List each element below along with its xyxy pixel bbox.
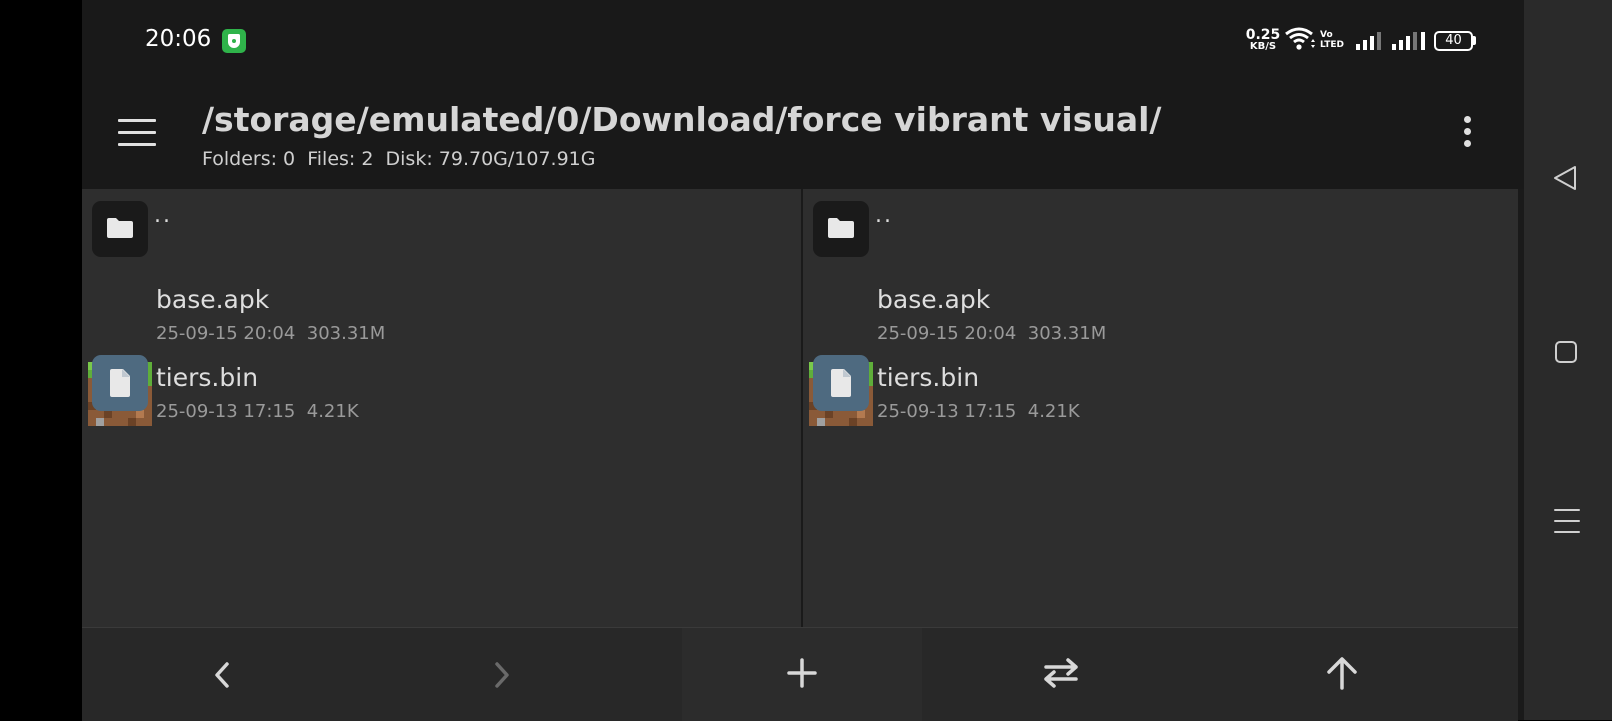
forward-button[interactable] (442, 628, 562, 721)
bottom-action-bar (82, 627, 1518, 721)
system-navigation-bar (1524, 0, 1612, 720)
file-name: tiers.bin (156, 363, 259, 392)
wifi-icon (1285, 27, 1315, 50)
file-meta: 25-09-15 20:04 303.31M (877, 323, 1107, 344)
hamburger-menu-icon[interactable] (118, 119, 156, 149)
file-meta: 25-09-15 20:04 303.31M (156, 323, 386, 344)
file-row-tiers-bin[interactable]: tiers.bin 25-09-13 17:15 4.21K (803, 349, 1518, 429)
network-speed-unit: KB/S (1249, 41, 1277, 52)
add-button[interactable] (682, 628, 922, 721)
status-bar: 20:06 0.25 KB/S Vo LTED 40 (82, 0, 1524, 82)
left-pane: .. base.apk 25-09-15 20:04 303.31M tiers… (82, 189, 801, 627)
file-manager-app: 20:06 0.25 KB/S Vo LTED 40 /storage/emul… (82, 0, 1524, 721)
volte-bottom: LTED (1320, 40, 1345, 50)
file-name: tiers.bin (877, 363, 980, 392)
file-row-tiers-bin[interactable]: tiers.bin 25-09-13 17:15 4.21K (82, 349, 801, 429)
file-icon (813, 355, 869, 411)
parent-folder-label: .. (154, 203, 172, 228)
security-shield-icon (222, 29, 246, 53)
app-toolbar: /storage/emulated/0/Download/force vibra… (82, 82, 1524, 189)
battery-icon (1473, 36, 1476, 45)
file-name: base.apk (156, 285, 270, 314)
forward-icon (495, 662, 509, 688)
up-icon (1327, 657, 1357, 690)
file-row-base-apk[interactable]: base.apk 25-09-15 20:04 303.31M (803, 269, 1518, 426)
back-button[interactable] (162, 628, 282, 721)
swap-icon (1044, 658, 1078, 688)
go-up-button[interactable] (1282, 628, 1402, 721)
signal-sim1-icon (1356, 32, 1381, 50)
volte-indicator: Vo LTED (1320, 30, 1344, 50)
clock: 20:06 (145, 26, 212, 52)
file-icon (92, 355, 148, 411)
file-meta: 25-09-13 17:15 4.21K (877, 401, 1080, 422)
right-pane: .. base.apk 25-09-15 20:04 303.31M tiers… (803, 189, 1518, 627)
parent-folder-row[interactable]: .. (803, 189, 1518, 267)
nav-recents-icon[interactable] (1554, 508, 1580, 534)
file-name: base.apk (877, 285, 991, 314)
file-meta: 25-09-13 17:15 4.21K (156, 401, 359, 422)
back-icon (215, 662, 229, 688)
more-options-icon[interactable] (1462, 116, 1472, 152)
folder-icon (92, 201, 148, 257)
file-row-base-apk[interactable]: base.apk 25-09-15 20:04 303.31M (82, 269, 801, 426)
network-speed: 0.25 KB/S (1244, 28, 1282, 52)
nav-back-icon[interactable] (1552, 164, 1578, 192)
signal-sim2-icon (1392, 32, 1425, 50)
folder-summary: Folders: 0 Files: 2 Disk: 79.70G/107.91G (202, 148, 596, 170)
folder-icon (813, 201, 869, 257)
battery-level: 40 (1434, 31, 1473, 51)
add-icon (787, 658, 817, 688)
current-path: /storage/emulated/0/Download/force vibra… (202, 100, 1162, 139)
volte-top: Vo (1320, 30, 1333, 40)
swap-panes-button[interactable] (1002, 628, 1122, 721)
parent-folder-row[interactable]: .. (82, 189, 801, 267)
parent-folder-label: .. (875, 203, 893, 228)
nav-home-icon[interactable] (1554, 340, 1578, 364)
network-speed-value: 0.25 (1245, 27, 1281, 43)
